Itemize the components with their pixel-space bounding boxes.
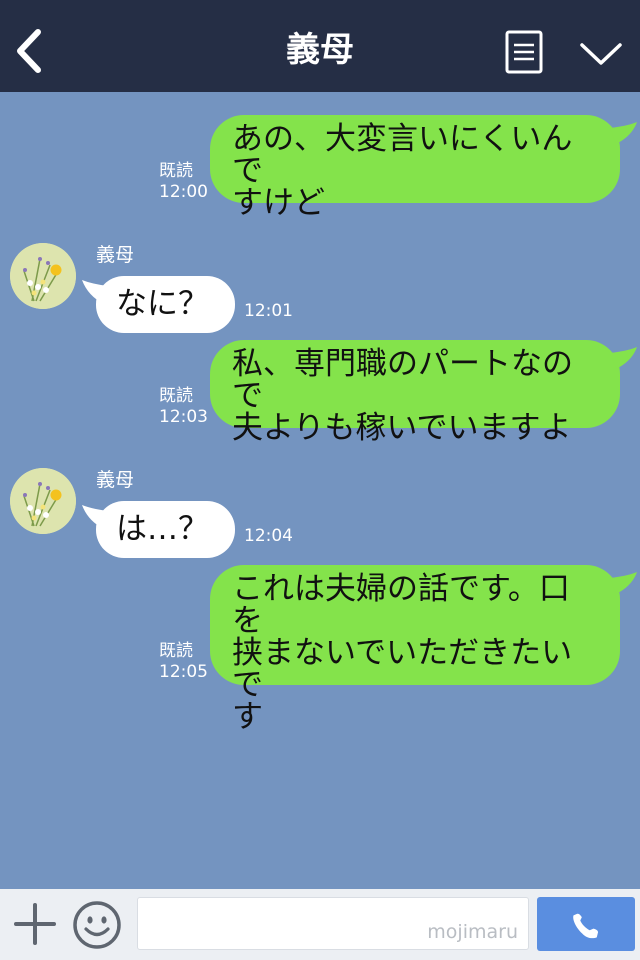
message-line: あの、大変言いにくいんで [232,121,573,189]
plus-icon [14,903,56,945]
message-input-bar: mojimaru [0,889,640,960]
message-line: 夫よりも稼いでいますよ [232,410,572,446]
read-status: 既読 [159,641,193,661]
chevron-down-icon [580,43,622,65]
chat-title: 義母 [286,30,354,70]
message-time: 12:01 [244,301,293,321]
smiley-icon [73,901,121,949]
read-status: 既読 [159,161,193,181]
chat-header: 義母 [0,0,640,92]
received-message-bubble: は…？ [96,501,235,558]
sent-message-bubble: これは夫婦の話です。口を 挟まないでいただきたいで す [210,565,620,733]
memo-icon [505,30,543,74]
add-attachment-button[interactable] [12,901,58,947]
call-button[interactable] [537,897,635,951]
chat-area[interactable]: あの、大変言いにくいんで すけど 既読 12:00 義母 なに？ 12:01 私… [0,92,640,889]
sent-message-bubble: あの、大変言いにくいんで すけど [210,115,620,219]
bubble-tail [610,572,637,594]
sender-name: 義母 [96,469,135,491]
sent-message-bubble: 私、専門職のパートなので 夫よりも稼いでいますよ [210,340,620,444]
message-line: これは夫婦の話です。口を [232,571,570,639]
message-line: 挟まないでいただきたいで [232,635,573,703]
bubble-tail [610,122,637,144]
message-time: 12:03 [159,407,208,427]
memo-button[interactable] [505,30,543,74]
received-message-bubble: なに？ [96,276,235,333]
watermark-text: mojimaru [427,921,518,943]
bubble-tail [610,347,637,369]
avatar[interactable] [10,243,76,309]
message-line: すけど [232,185,325,221]
read-status: 既読 [159,386,193,406]
menu-dropdown-button[interactable] [578,36,624,70]
message-time: 12:05 [159,662,208,682]
message-input[interactable]: mojimaru [137,897,529,950]
message-time: 12:04 [244,526,293,546]
phone-icon [573,913,599,939]
avatar[interactable] [10,468,76,534]
flower-avatar-icon [10,243,76,309]
message-time: 12:00 [159,182,208,202]
sender-name: 義母 [96,244,135,266]
message-line: 私、専門職のパートなので [232,346,573,414]
emoji-button[interactable] [72,900,122,950]
message-line: す [232,699,263,735]
flower-avatar-icon [10,468,76,534]
